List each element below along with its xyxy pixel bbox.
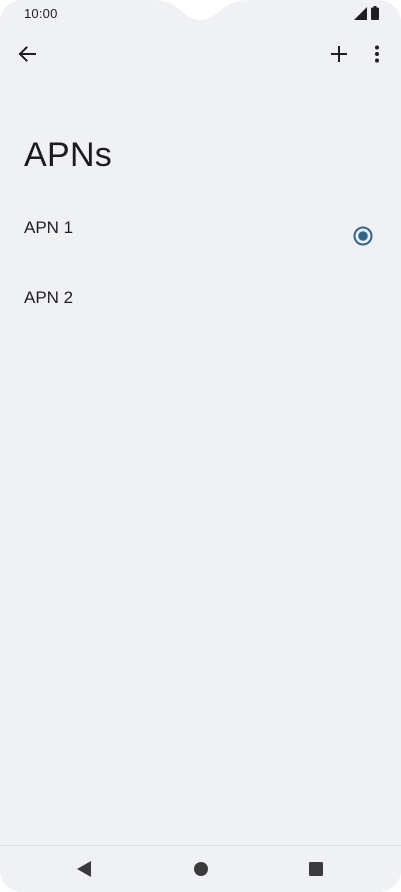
apn-item-1[interactable]: APN 1 [0, 200, 401, 270]
apn-label: APN 2 [24, 288, 74, 307]
nav-home-button[interactable] [171, 846, 231, 892]
arrow-left-icon [18, 46, 36, 62]
back-button[interactable] [3, 30, 51, 78]
nav-recents-button[interactable] [286, 846, 346, 892]
battery-icon [371, 6, 379, 20]
status-time: 10:00 [24, 6, 58, 21]
more-options-button[interactable] [353, 30, 401, 78]
screen: 10:00 APNs APN 1 APN 2 [0, 0, 401, 892]
recents-square-icon [309, 862, 323, 876]
toolbar [0, 30, 401, 78]
page-title: APNs [24, 136, 113, 174]
apn-label: APN 1 [24, 218, 74, 237]
status-icons [354, 6, 379, 20]
signal-icon [354, 6, 367, 20]
more-vert-icon [375, 45, 379, 63]
plus-icon [331, 46, 347, 62]
nav-back-button[interactable] [54, 846, 114, 892]
status-bar: 10:00 [0, 0, 401, 28]
apn-list: APN 1 APN 2 [0, 200, 401, 340]
home-circle-icon [194, 862, 208, 876]
back-triangle-icon [77, 861, 91, 877]
navigation-bar [0, 845, 401, 892]
radio-selected-icon[interactable] [353, 226, 373, 246]
apn-item-2[interactable]: APN 2 [0, 270, 401, 340]
